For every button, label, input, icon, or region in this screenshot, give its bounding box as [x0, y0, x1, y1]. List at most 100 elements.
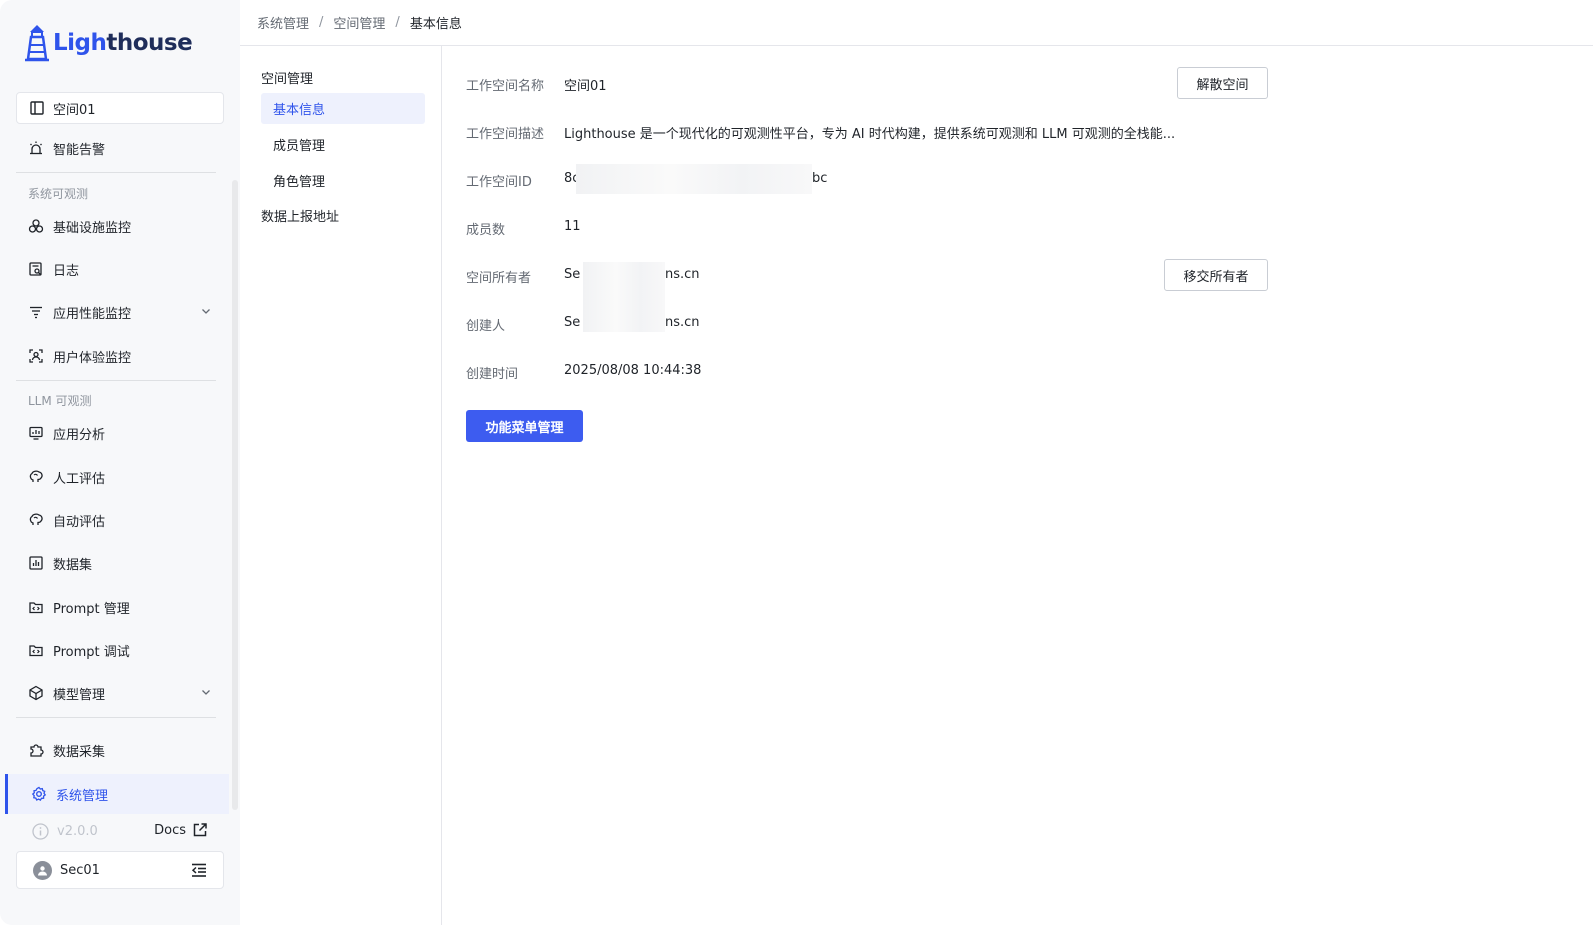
nav-logs-label: 日志 [53, 263, 80, 279]
submenu-members[interactable]: 成员管理 [261, 129, 425, 160]
nav-app-analysis-label: 应用分析 [53, 427, 106, 443]
owner-prefix: Se [564, 267, 581, 282]
logo-text: Lighthouse [53, 29, 193, 56]
workspace-name-label: 工作空间名称 [466, 79, 545, 94]
breadcrumb-separator: / [395, 15, 400, 30]
members-count-value: 11 [564, 219, 581, 234]
nav-group-system: 系统可观测 [28, 187, 89, 201]
nav-infra[interactable]: 基础设施监控 [16, 206, 224, 246]
bar-chart-icon [28, 555, 44, 571]
logo-text-part1: Ligh [53, 29, 107, 56]
workspace-name-value: 空间01 [564, 79, 607, 94]
nav-prompt-mgmt-label: Prompt 管理 [53, 601, 130, 617]
breadcrumb-system-mgmt[interactable]: 系统管理 [257, 13, 309, 32]
creator-suffix: ns.cn [665, 315, 700, 330]
nav-alerts-label: 智能告警 [53, 142, 106, 158]
version-info: v2.0.0 [32, 822, 98, 840]
logo-text-part2: thouse [106, 29, 193, 56]
secondary-menu: 空间管理 基本信息 成员管理 角色管理 数据上报地址 [240, 46, 442, 925]
nav-manual-eval-label: 人工评估 [53, 471, 106, 487]
user-menu[interactable]: Sec01 [16, 851, 224, 889]
feature-menu-button[interactable]: 功能菜单管理 [466, 410, 583, 442]
created-time-label: 创建时间 [466, 367, 519, 382]
nav-system-mgmt-label: 系统管理 [56, 788, 109, 804]
nav-datasets-label: 数据集 [53, 557, 93, 573]
monitor-chart-icon [28, 425, 44, 441]
workspace-id-suffix: bc [812, 171, 828, 186]
submenu-data-report[interactable]: 数据上报地址 [261, 206, 339, 225]
members-count-label: 成员数 [466, 223, 506, 238]
breadcrumb-separator: / [319, 15, 324, 30]
divider [16, 380, 216, 381]
brain-icon [28, 469, 44, 485]
nav-apm[interactable]: 应用性能监控 [16, 292, 224, 332]
collapse-sidebar-icon[interactable] [191, 862, 207, 878]
chevron-down-icon [200, 305, 212, 317]
owner-suffix: ns.cn [665, 267, 700, 282]
lighthouse-icon [24, 23, 50, 63]
version-row: v2.0.0 Docs [16, 816, 224, 846]
nav-prompt-mgmt[interactable]: Prompt 管理 [16, 587, 224, 627]
nav-manual-eval[interactable]: 人工评估 [16, 457, 224, 497]
chevron-down-icon [200, 686, 212, 698]
lighthouse-logo[interactable]: Lighthouse [24, 22, 193, 64]
workspace-selector[interactable]: 空间01 [16, 92, 224, 124]
workspace-desc-label: 工作空间描述 [466, 127, 545, 142]
transfer-owner-button[interactable]: 移交所有者 [1164, 259, 1268, 291]
nav-alerts[interactable]: 智能告警 [16, 128, 224, 168]
workspace-desc-value: Lighthouse 是一个现代化的可观测性平台，专为 AI 时代构建，提供系统… [564, 127, 1176, 142]
nav-infra-label: 基础设施监控 [53, 220, 132, 236]
workspace-id-label: 工作空间ID [466, 175, 532, 190]
created-time-value: 2025/08/08 10:44:38 [564, 363, 702, 378]
nav-prompt-debug-label: Prompt 调试 [53, 644, 130, 660]
owner-label: 空间所有者 [466, 271, 532, 286]
nav-rum-label: 用户体验监控 [53, 350, 132, 366]
log-search-icon [28, 261, 44, 277]
filter-lines-icon [28, 304, 44, 320]
user-scan-icon [28, 348, 44, 364]
avatar [33, 860, 52, 880]
docs-link[interactable]: Docs [154, 822, 208, 838]
redacted-email [583, 262, 665, 332]
submenu-roles[interactable]: 角色管理 [261, 165, 425, 196]
folder-code-icon [28, 642, 44, 658]
submenu-group-title: 空间管理 [261, 72, 314, 87]
sidebar-scrollbar[interactable] [232, 180, 238, 810]
nav-rum[interactable]: 用户体验监控 [16, 336, 224, 376]
nav-model-mgmt[interactable]: 模型管理 [16, 673, 224, 713]
nav-auto-eval-label: 自动评估 [53, 514, 106, 530]
dissolve-space-button[interactable]: 解散空间 [1177, 67, 1268, 99]
creator-prefix: Se [564, 315, 581, 330]
nav-model-mgmt-label: 模型管理 [53, 687, 106, 703]
nav-prompt-debug[interactable]: Prompt 调试 [16, 630, 224, 670]
version-text: v2.0.0 [57, 823, 98, 839]
workspace-name: 空间01 [53, 102, 96, 118]
sidebar: Lighthouse 空间01 智能告警 系统可观测 基础设施监控 日志 应用性… [0, 0, 240, 925]
nav-app-analysis[interactable]: 应用分析 [16, 413, 224, 453]
breadcrumb-basic-info: 基本信息 [409, 17, 462, 32]
nav-data-collect[interactable]: 数据采集 [16, 730, 224, 770]
redacted-id [576, 164, 812, 194]
gear-icon [31, 786, 47, 802]
nav-apm-label: 应用性能监控 [53, 306, 132, 322]
breadcrumb-space-mgmt[interactable]: 空间管理 [333, 13, 385, 32]
book-icon [29, 100, 45, 116]
submenu-basic-info[interactable]: 基本信息 [261, 93, 425, 124]
breadcrumb: 系统管理 / 空间管理 / 基本信息 [240, 0, 1593, 46]
creator-label: 创建人 [466, 319, 506, 334]
folder-code-icon [28, 599, 44, 615]
nav-auto-eval[interactable]: 自动评估 [16, 500, 224, 540]
cube-icon [28, 685, 44, 701]
external-link-icon [192, 822, 208, 838]
nav-datasets[interactable]: 数据集 [16, 543, 224, 583]
cluster-icon [28, 218, 44, 234]
puzzle-icon [28, 742, 44, 758]
info-icon [32, 822, 49, 840]
nav-data-collect-label: 数据采集 [53, 744, 106, 760]
divider [16, 717, 216, 718]
nav-logs[interactable]: 日志 [16, 249, 224, 289]
nav-group-llm: LLM 可观测 [28, 394, 92, 408]
brain-icon [28, 512, 44, 528]
user-name: Sec01 [60, 862, 100, 878]
nav-system-mgmt[interactable]: 系统管理 [5, 774, 229, 814]
